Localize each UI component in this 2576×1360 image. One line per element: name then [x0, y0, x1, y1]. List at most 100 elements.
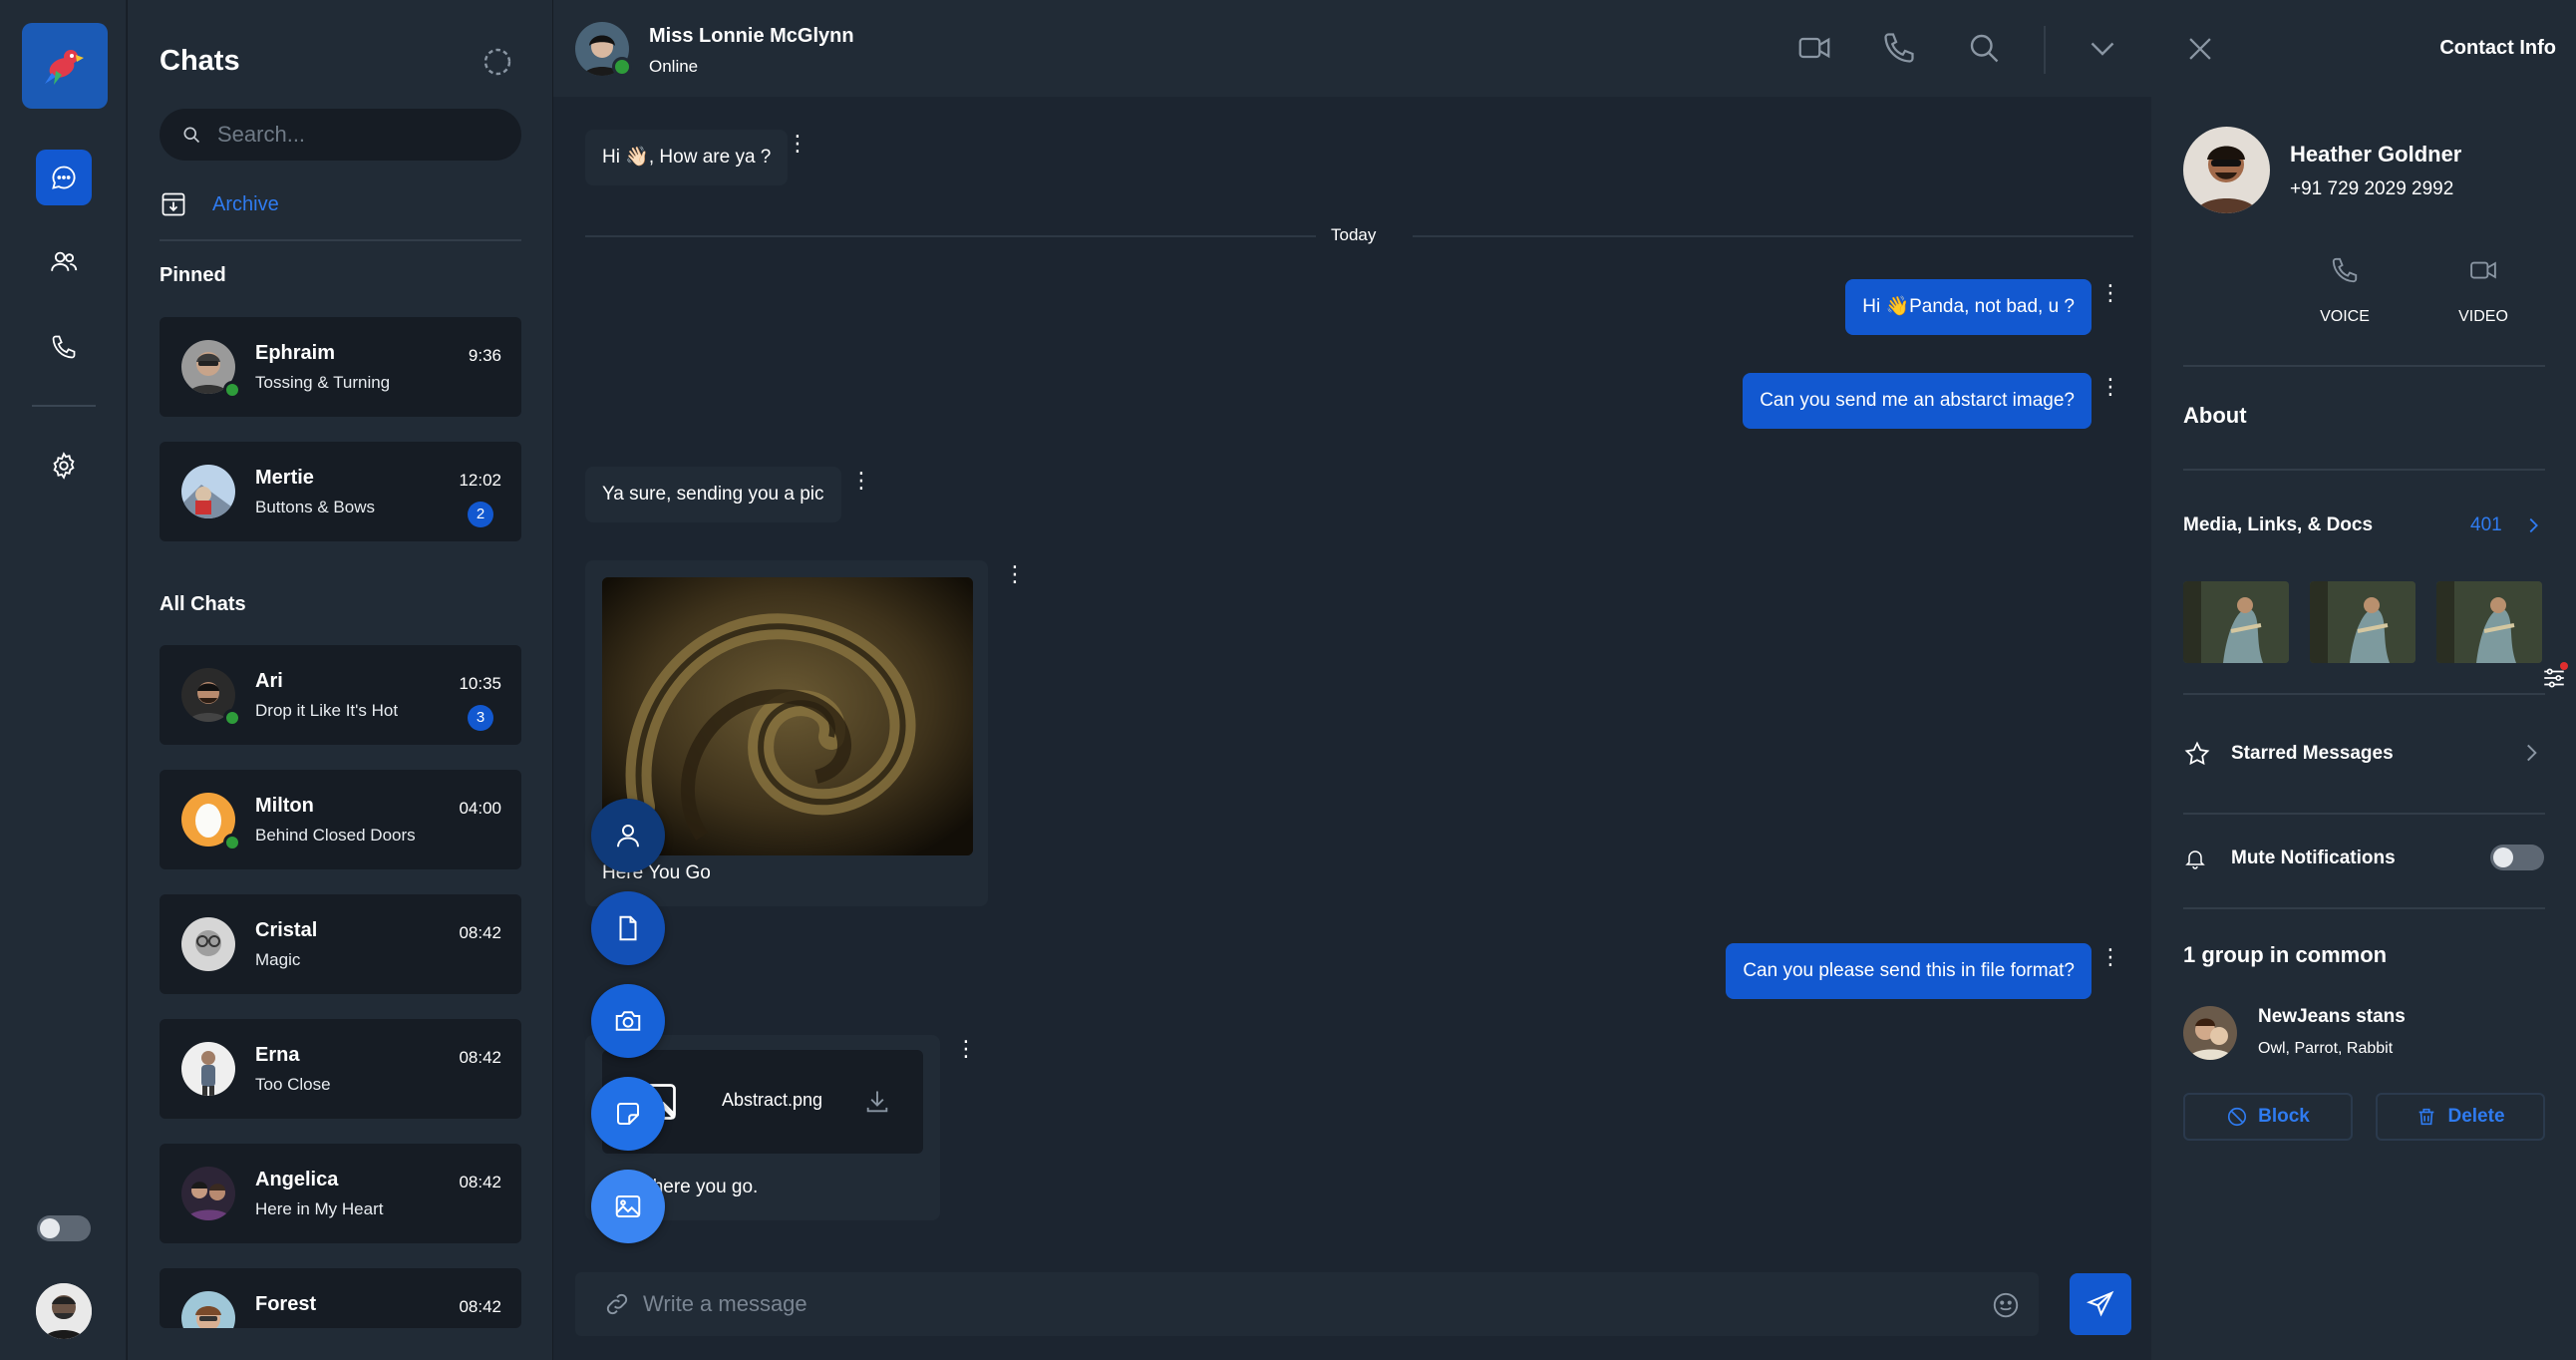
- user-avatar[interactable]: [36, 1283, 92, 1339]
- unread-badge: 3: [468, 705, 493, 731]
- nav-calls-button[interactable]: [36, 319, 92, 375]
- file-name: Abstract.png: [722, 1090, 823, 1110]
- message-menu-icon[interactable]: [2098, 279, 2121, 308]
- chat-item-ephraim[interactable]: Ephraim Tossing & Turning 9:36: [160, 317, 521, 417]
- chat-time: 08:42: [459, 1297, 501, 1316]
- archive-link[interactable]: Archive: [160, 190, 279, 218]
- day-divider-line: [585, 235, 1316, 237]
- media-thumbnail[interactable]: [2310, 581, 2415, 663]
- online-indicator: [223, 709, 241, 727]
- chat-time: 9:36: [468, 346, 501, 365]
- message-input[interactable]: [643, 1272, 1939, 1336]
- user-icon: [617, 825, 639, 848]
- trash-icon: [2419, 1108, 2434, 1126]
- message-menu-icon[interactable]: [849, 467, 872, 496]
- send-camera-button[interactable]: [591, 984, 665, 1058]
- message-menu-icon[interactable]: [2098, 373, 2121, 402]
- message-menu-icon[interactable]: [786, 130, 808, 159]
- divider: [2183, 365, 2545, 367]
- voice-call-action[interactable]: VOICE: [2295, 255, 2395, 326]
- chat-preview: Tossing & Turning: [255, 373, 391, 392]
- groups-in-common-heading: 1 group in common: [2183, 942, 2388, 967]
- block-button[interactable]: Block: [2183, 1093, 2353, 1141]
- delete-label: Delete: [2447, 1106, 2505, 1127]
- message-outgoing[interactable]: Can you please send this in file format?: [1726, 943, 2092, 999]
- group-avatar[interactable]: [2183, 1006, 2237, 1060]
- video-icon: [2470, 261, 2496, 279]
- send-icon: [2086, 1290, 2114, 1317]
- contact-name: Miss Lonnie McGlynn: [649, 25, 854, 47]
- mute-notifications-label: Mute Notifications: [2231, 848, 2396, 868]
- chat-list-title: Chats: [160, 45, 240, 77]
- delete-button[interactable]: Delete: [2376, 1093, 2545, 1141]
- pinned-heading: Pinned: [160, 264, 226, 286]
- avatar: [181, 465, 235, 518]
- search-icon[interactable]: [1966, 30, 2002, 66]
- chat-item-cristal[interactable]: Cristal Magic 08:42: [160, 894, 521, 994]
- chat-item-forest[interactable]: Forest 08:42: [160, 1268, 521, 1328]
- all-chats-heading: All Chats: [160, 593, 246, 615]
- message-menu-icon[interactable]: [1003, 560, 1026, 589]
- media-links-docs-label[interactable]: Media, Links, & Docs: [2183, 514, 2373, 536]
- chat-time: 08:42: [459, 1173, 501, 1191]
- chat-name: Angelica: [255, 1169, 339, 1190]
- close-icon[interactable]: [2183, 32, 2217, 66]
- about-heading: About: [2183, 403, 2247, 428]
- chat-name: Ephraim: [255, 342, 336, 364]
- message-incoming[interactable]: Ya sure, sending you a pic: [585, 467, 841, 522]
- send-contact-button[interactable]: [591, 799, 665, 872]
- nav-chats-button[interactable]: [36, 150, 92, 205]
- chevron-down-icon[interactable]: [2085, 30, 2120, 66]
- block-label: Block: [2258, 1106, 2310, 1127]
- message-outgoing[interactable]: Can you send me an abstarct image?: [1743, 373, 2092, 429]
- app-logo[interactable]: [22, 23, 108, 109]
- header-divider: [2044, 26, 2046, 74]
- chat-list-divider: [160, 239, 521, 241]
- emoji-icon[interactable]: [1991, 1290, 2021, 1320]
- video-call-icon[interactable]: [1796, 30, 1832, 66]
- chat-preview: Here in My Heart: [255, 1199, 384, 1218]
- chat-item-ari[interactable]: Ari Drop it Like It's Hot 10:35 3: [160, 645, 521, 745]
- chat-item-mertie[interactable]: Mertie Buttons & Bows 12:02 2: [160, 442, 521, 541]
- chat-item-erna[interactable]: Erna Too Close 08:42: [160, 1019, 521, 1119]
- mute-notifications-toggle[interactable]: [2490, 845, 2544, 870]
- chat-time: 04:00: [459, 799, 501, 818]
- chat-preview: Drop it Like It's Hot: [255, 701, 399, 720]
- phone-call-icon[interactable]: [1881, 30, 1917, 66]
- divider: [2183, 813, 2545, 815]
- media-thumbnail[interactable]: [2436, 581, 2542, 663]
- nav-settings-button[interactable]: [36, 438, 92, 494]
- attachment-link-icon[interactable]: [603, 1290, 631, 1318]
- nav-groups-button[interactable]: [36, 234, 92, 290]
- group-name[interactable]: NewJeans stans: [2258, 1006, 2406, 1028]
- send-sticker-button[interactable]: [591, 1077, 665, 1151]
- online-indicator: [223, 834, 241, 851]
- message-incoming[interactable]: Hi 👋🏻, How are ya ?: [585, 130, 789, 185]
- conversation-header: Miss Lonnie McGlynn Online: [553, 0, 2151, 97]
- media-count[interactable]: 401: [2470, 514, 2502, 536]
- contact-info-phone: +91 729 2029 2992: [2290, 178, 2454, 199]
- search-input[interactable]: [217, 122, 496, 148]
- message-menu-icon[interactable]: [2098, 943, 2121, 972]
- rail-divider: [32, 405, 96, 407]
- refresh-icon[interactable]: [480, 44, 515, 80]
- message-menu-icon[interactable]: [954, 1035, 977, 1064]
- chevron-right-icon[interactable]: [2522, 514, 2544, 536]
- video-call-action[interactable]: VIDEO: [2433, 255, 2533, 326]
- chevron-right-icon[interactable]: [2518, 740, 2544, 766]
- message-outgoing[interactable]: Hi 👋Panda, not bad, u ?: [1845, 279, 2092, 335]
- chat-item-angelica[interactable]: Angelica Here in My Heart 08:42: [160, 1144, 521, 1243]
- archive-icon: [161, 192, 185, 216]
- send-image-button[interactable]: [591, 1170, 665, 1243]
- download-icon[interactable]: [863, 1088, 891, 1116]
- theme-toggle[interactable]: [37, 1215, 91, 1241]
- send-document-button[interactable]: [591, 891, 665, 965]
- chat-preview: Behind Closed Doors: [255, 826, 416, 845]
- day-divider-label: Today: [1331, 225, 1377, 244]
- chat-name: Forest: [255, 1293, 317, 1315]
- starred-messages-label[interactable]: Starred Messages: [2231, 743, 2394, 765]
- send-button[interactable]: [2070, 1273, 2131, 1335]
- media-thumbnail[interactable]: [2183, 581, 2289, 663]
- chat-item-milton[interactable]: Milton Behind Closed Doors 04:00: [160, 770, 521, 869]
- chat-name: Mertie: [255, 467, 314, 489]
